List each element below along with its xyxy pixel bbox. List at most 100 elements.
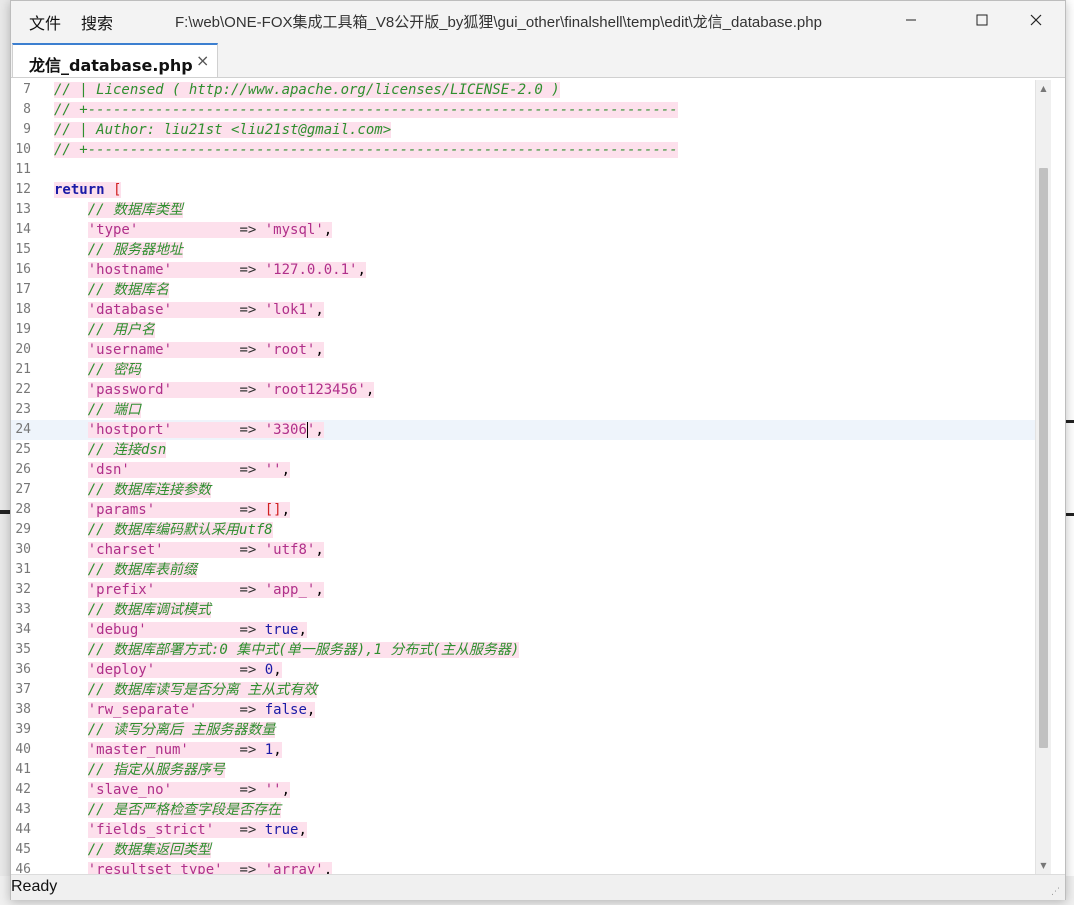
code-line[interactable]: 30 'charset' => 'utf8', [11,540,1035,560]
code-line[interactable]: 28 'params' => [], [11,500,1035,520]
close-button[interactable] [1013,1,1059,39]
line-number: 37 [15,682,31,697]
code-text: 'hostname' => '127.0.0.1', [87,262,366,278]
code-line[interactable]: 45 // 数据集返回类型 [11,840,1035,860]
code-line[interactable]: 10 // +----------------------------------… [11,140,1035,160]
scrollbar-thumb[interactable] [1039,168,1048,748]
tab-close-icon[interactable]: × [196,51,209,70]
tab-file[interactable]: 龙信_database.php × [12,43,218,77]
code-text: // +------------------------------------… [54,142,678,158]
code-line[interactable]: 27 // 数据库连接参数 [11,480,1035,500]
code-line[interactable]: 14 'type' => 'mysql', [11,220,1035,240]
minimize-icon [906,19,916,21]
code-text: 'resultset_type' => 'array', [54,860,333,874]
code-editor[interactable]: 7 // | Licensed ( http://www.apache.org/l… [11,80,1035,874]
code-line[interactable]: 40 'master_num' => 1, [11,740,1035,760]
menu-file[interactable]: 文件 [29,10,61,34]
window-title: F:\web\ONE-FOX集成工具箱_V8公开版_by狐狸\gui_other… [175,14,822,31]
resize-grip-icon[interactable]: ⋰ [1051,887,1061,897]
code-line[interactable]: 26 'dsn' => '', [11,460,1035,480]
code-line[interactable]: 17 // 数据库名 [11,280,1035,300]
code-line[interactable]: 35 // 数据库部署方式:0 集中式(单一服务器),1 分布式(主从服务器) [11,640,1035,660]
code-text: // 数据库部署方式:0 集中式(单一服务器),1 分布式(主从服务器) [87,642,520,658]
text-caret [306,422,308,438]
line-number: 14 [15,222,31,237]
code-line[interactable]: 31 // 数据库表前缀 [11,560,1035,580]
code-line[interactable]: 29 // 数据库编码默认采用utf8 [11,520,1035,540]
code-text: // 数据库编码默认采用utf8 [87,522,273,538]
code-text: // 数据库连接参数 [87,482,212,498]
code-text: 'hostport' => '3306', [87,422,324,438]
tab-label: 龙信_database.php [29,56,193,75]
code-line[interactable]: 13 // 数据库类型 [11,200,1035,220]
line-number: 31 [15,562,31,577]
code-line[interactable]: 38 'rw_separate' => false, [11,700,1035,720]
code-line[interactable]: 15 // 服务器地址 [11,240,1035,260]
code-line[interactable]: 21 // 密码 [11,360,1035,380]
code-text: // 用户名 [87,322,156,338]
minimize-button[interactable] [888,1,934,39]
code-line[interactable]: 24 'hostport' => '3306', [11,420,1035,440]
code-text: // 服务器地址 [87,242,184,258]
code-text: // 指定从服务器序号 [87,762,226,778]
code-line[interactable]: 32 'prefix' => 'app_', [11,580,1035,600]
code-line[interactable]: 16 'hostname' => '127.0.0.1', [11,260,1035,280]
line-number: 40 [15,742,31,757]
code-text: // 是否严格检查字段是否存在 [87,802,282,818]
code-line[interactable]: 42 'slave_no' => '', [11,780,1035,800]
code-line[interactable]: 34 'debug' => true, [11,620,1035,640]
line-number: 39 [15,722,31,737]
line-number: 10 [15,142,31,157]
code-line[interactable]: 33 // 数据库调试模式 [11,600,1035,620]
code-line[interactable]: 22 'password' => 'root123456', [11,380,1035,400]
code-text: // 数据库名 [87,282,170,298]
line-number: 17 [15,282,31,297]
code-line[interactable]: 7 // | Licensed ( http://www.apache.org/l… [11,80,1035,100]
code-line[interactable]: 41 // 指定从服务器序号 [11,760,1035,780]
code-line[interactable]: 43 // 是否严格检查字段是否存在 [11,800,1035,820]
code-text: 'rw_separate' => false, [87,702,316,718]
maximize-icon [976,14,988,26]
code-line[interactable]: 23 // 端口 [11,400,1035,420]
code-text: 'type' => 'mysql', [87,222,333,238]
code-line[interactable]: 11 [11,160,1035,180]
line-number: 16 [15,262,31,277]
code-line[interactable]: 9 // | Author: liu21st <liu21st@gmail.com… [11,120,1035,140]
code-text: // +------------------------------------… [54,102,678,118]
code-text: // 数据库读写是否分离 主从式有效 [87,682,318,698]
code-text: 'database' => 'lok1', [87,302,324,318]
code-text: 'params' => [], [87,502,291,518]
maximize-button[interactable] [959,1,1005,39]
line-number: 25 [15,442,31,457]
line-number: 36 [15,662,31,677]
code-line[interactable]: 25 // 连接dsn [11,440,1035,460]
code-text: 'debug' => true, [87,622,307,638]
line-number: 21 [15,362,31,377]
menu-search[interactable]: 搜索 [81,10,113,34]
code-line[interactable]: 20 'username' => 'root', [11,340,1035,360]
line-number: 12 [15,182,31,197]
code-text: 'dsn' => '', [87,462,291,478]
code-line[interactable]: 18 'database' => 'lok1', [11,300,1035,320]
code-line[interactable]: 37 // 数据库读写是否分离 主从式有效 [11,680,1035,700]
line-number: 42 [15,782,31,797]
line-number: 22 [15,382,31,397]
code-line[interactable]: 46 'resultset_type' => 'array', [11,860,1035,874]
code-line[interactable]: 36 'deploy' => 0, [11,660,1035,680]
vertical-scrollbar[interactable]: ▲ ▼ [1035,80,1051,874]
status-bar: Ready ⋰ [11,874,1065,900]
code-line[interactable]: 19 // 用户名 [11,320,1035,340]
scroll-down-icon[interactable]: ▼ [1039,861,1048,870]
code-text: // 数据库调试模式 [87,602,212,618]
code-line[interactable]: 44 'fields_strict' => true, [11,820,1035,840]
line-number: 27 [15,482,31,497]
title-bar: 文件 搜索 F:\web\ONE-FOX集成工具箱_V8公开版_by狐狸\gui… [11,1,1065,39]
code-text: 'deploy' => 0, [87,662,282,678]
code-line[interactable]: 39 // 读写分离后 主服务器数量 [11,720,1035,740]
line-number: 43 [15,802,31,817]
code-text: 'slave_no' => '', [87,782,291,798]
scroll-up-icon[interactable]: ▲ [1039,84,1048,93]
code-line[interactable]: 12 return [ [11,180,1035,200]
line-number: 19 [15,322,31,337]
code-line[interactable]: 8 // +-----------------------------------… [11,100,1035,120]
